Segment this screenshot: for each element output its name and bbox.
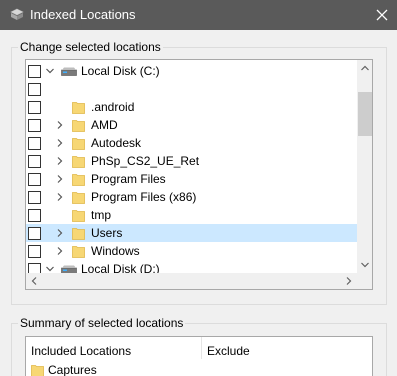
exclude-header[interactable]: Exclude bbox=[207, 344, 250, 358]
tree-row-label: tmp bbox=[91, 208, 112, 222]
tree-row-tmp[interactable]: tmp bbox=[26, 206, 357, 224]
summary-item[interactable]: Captures bbox=[31, 361, 191, 376]
folder-icon bbox=[72, 138, 85, 150]
tree-row-label: Program Files bbox=[91, 172, 166, 186]
tree-row-label: Local Disk (D:) bbox=[81, 262, 160, 273]
checkbox[interactable] bbox=[28, 155, 41, 168]
local-disk-icon bbox=[61, 67, 77, 76]
tree-row-users[interactable]: Users bbox=[26, 224, 357, 242]
locations-tree[interactable]: Local Disk (C:) .android AMD Autodesk PhSp_C… bbox=[25, 59, 373, 290]
tree-row-program-files-x86[interactable]: Program Files (x86) bbox=[26, 188, 357, 206]
checkbox[interactable] bbox=[28, 245, 41, 258]
tree-row-label: Autodesk bbox=[91, 136, 142, 150]
chevron-right-icon[interactable] bbox=[55, 174, 65, 184]
indexing-options-icon bbox=[10, 8, 24, 20]
folder-icon bbox=[72, 210, 85, 222]
scroll-up-arrow-icon[interactable] bbox=[357, 60, 373, 76]
horizontal-scrollbar[interactable] bbox=[26, 273, 357, 289]
checkbox[interactable] bbox=[28, 191, 41, 204]
tree-row-phsp-cs2-ue-ret[interactable]: PhSp_CS2_UE_Ret bbox=[26, 152, 357, 170]
tree-row-label: Users bbox=[91, 226, 123, 240]
local-disk-icon bbox=[61, 265, 77, 273]
change-locations-label: Change selected locations bbox=[18, 40, 163, 54]
tree-row-amd[interactable]: AMD bbox=[26, 116, 357, 134]
scroll-down-arrow-icon[interactable] bbox=[357, 257, 373, 273]
tree-row-local-disk-c[interactable]: Local Disk (C:) bbox=[26, 62, 357, 80]
folder-icon bbox=[72, 156, 85, 168]
column-divider[interactable] bbox=[201, 337, 202, 359]
tree-row-label: PhSp_CS2_UE_Ret bbox=[91, 154, 200, 168]
tree-row-blank[interactable] bbox=[26, 80, 357, 98]
scrollbar-thumb[interactable] bbox=[358, 92, 372, 136]
tree-row-android[interactable]: .android bbox=[26, 98, 357, 116]
chevron-down-icon[interactable] bbox=[45, 66, 55, 76]
summary-item-label: Captures bbox=[48, 363, 97, 376]
tree-row-label: Local Disk (C:) bbox=[81, 64, 160, 78]
tree-row-label: Windows bbox=[91, 244, 140, 258]
scroll-left-arrow-icon[interactable] bbox=[26, 273, 42, 289]
folder-icon bbox=[72, 228, 85, 240]
chevron-right-icon[interactable] bbox=[55, 246, 65, 256]
checkbox[interactable] bbox=[28, 65, 41, 78]
tree-row-label: Program Files (x86) bbox=[91, 190, 197, 204]
tree-row-program-files[interactable]: Program Files bbox=[26, 170, 357, 188]
close-icon[interactable] bbox=[371, 4, 393, 26]
vertical-scrollbar[interactable] bbox=[357, 60, 373, 273]
tree-row-windows[interactable]: Windows bbox=[26, 242, 357, 260]
folder-icon bbox=[72, 102, 85, 114]
scroll-right-arrow-icon[interactable] bbox=[341, 273, 357, 289]
chevron-right-icon[interactable] bbox=[55, 228, 65, 238]
scrollbar-corner bbox=[357, 273, 372, 289]
folder-icon bbox=[72, 246, 85, 258]
chevron-down-icon[interactable] bbox=[45, 264, 55, 273]
checkbox[interactable] bbox=[28, 119, 41, 132]
summary-list: Included Locations Exclude Captures bbox=[25, 336, 373, 376]
tree-row-local-disk-d[interactable]: Local Disk (D:) bbox=[26, 260, 357, 273]
checkbox[interactable] bbox=[28, 227, 41, 240]
folder-icon bbox=[72, 192, 85, 204]
checkbox[interactable] bbox=[28, 263, 41, 273]
checkbox[interactable] bbox=[28, 137, 41, 150]
summary-label: Summary of selected locations bbox=[18, 316, 186, 330]
checkbox[interactable] bbox=[28, 101, 41, 114]
folder-icon bbox=[31, 365, 44, 376]
checkbox[interactable] bbox=[28, 83, 41, 96]
chevron-right-icon[interactable] bbox=[55, 138, 65, 148]
folder-icon bbox=[72, 120, 85, 132]
window-title: Indexed Locations bbox=[30, 7, 136, 22]
tree-row-label: .android bbox=[91, 100, 135, 114]
tree-row-label: AMD bbox=[91, 118, 118, 132]
tree-rows: Local Disk (C:) .android AMD Autodesk PhSp_C… bbox=[26, 60, 357, 273]
chevron-right-icon[interactable] bbox=[55, 120, 65, 130]
included-locations-header[interactable]: Included Locations bbox=[31, 344, 131, 358]
chevron-right-icon[interactable] bbox=[55, 192, 65, 202]
checkbox[interactable] bbox=[28, 209, 41, 222]
folder-icon bbox=[72, 174, 85, 186]
tree-row-autodesk[interactable]: Autodesk bbox=[26, 134, 357, 152]
title-bar: Indexed Locations bbox=[0, 0, 397, 30]
checkbox[interactable] bbox=[28, 173, 41, 186]
chevron-right-icon[interactable] bbox=[55, 156, 65, 166]
